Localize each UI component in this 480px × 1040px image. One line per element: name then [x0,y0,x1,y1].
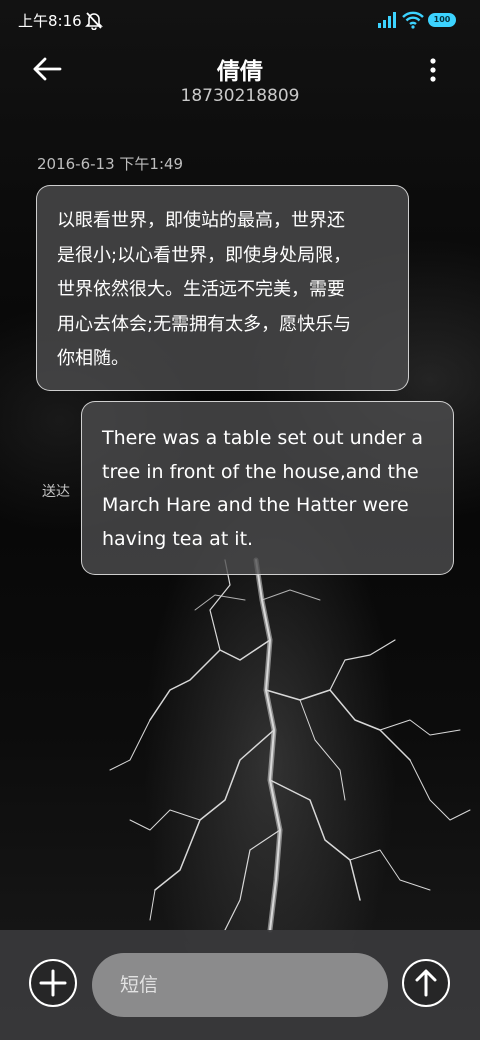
battery-icon: 100 [428,13,456,27]
contact-name: 倩倩 [217,59,263,85]
message-line: 用心去体会;无需拥有太多，愿快乐与 [57,313,352,335]
back-button[interactable] [30,54,64,84]
wifi-icon [402,11,424,29]
message-line: having tea at it. [102,527,254,550]
mute-icon [85,12,103,30]
message-input[interactable] [92,953,388,1017]
message-line: There was a table set out under a [102,427,423,449]
message-line: 你相随。 [57,348,129,369]
message-timestamp: 2016-6-13 下午1:49 [37,155,184,173]
message-line: tree in front of the house,and the [102,460,419,483]
message-line: March Hare and the Hatter were [102,494,409,516]
attach-button[interactable] [28,958,78,1008]
signal-icon [378,12,396,28]
message-line: 是很小;以心看世界，即使身处局限， [57,244,352,266]
more-options-button[interactable] [420,56,446,84]
message-line: 以眼看世界，即使站的最高，世界还 [57,210,345,231]
outgoing-message-bubble[interactable]: There was a table set out under a tree i… [81,401,454,575]
send-button[interactable] [401,958,451,1008]
contact-phone-number: 18730218809 [180,86,300,106]
status-time: 上午8:16 [18,12,82,30]
message-line: 世界依然很大。生活远不完美，需要 [57,279,345,300]
status-bar: 上午8:16 100 [0,0,480,40]
more-vertical-icon [430,58,436,82]
delivery-status: 送达 [42,484,70,500]
incoming-message-bubble[interactable]: 以眼看世界，即使站的最高，世界还 是很小;以心看世界，即使身处局限， 世界依然很… [36,185,409,391]
arrow-left-icon [33,57,62,81]
